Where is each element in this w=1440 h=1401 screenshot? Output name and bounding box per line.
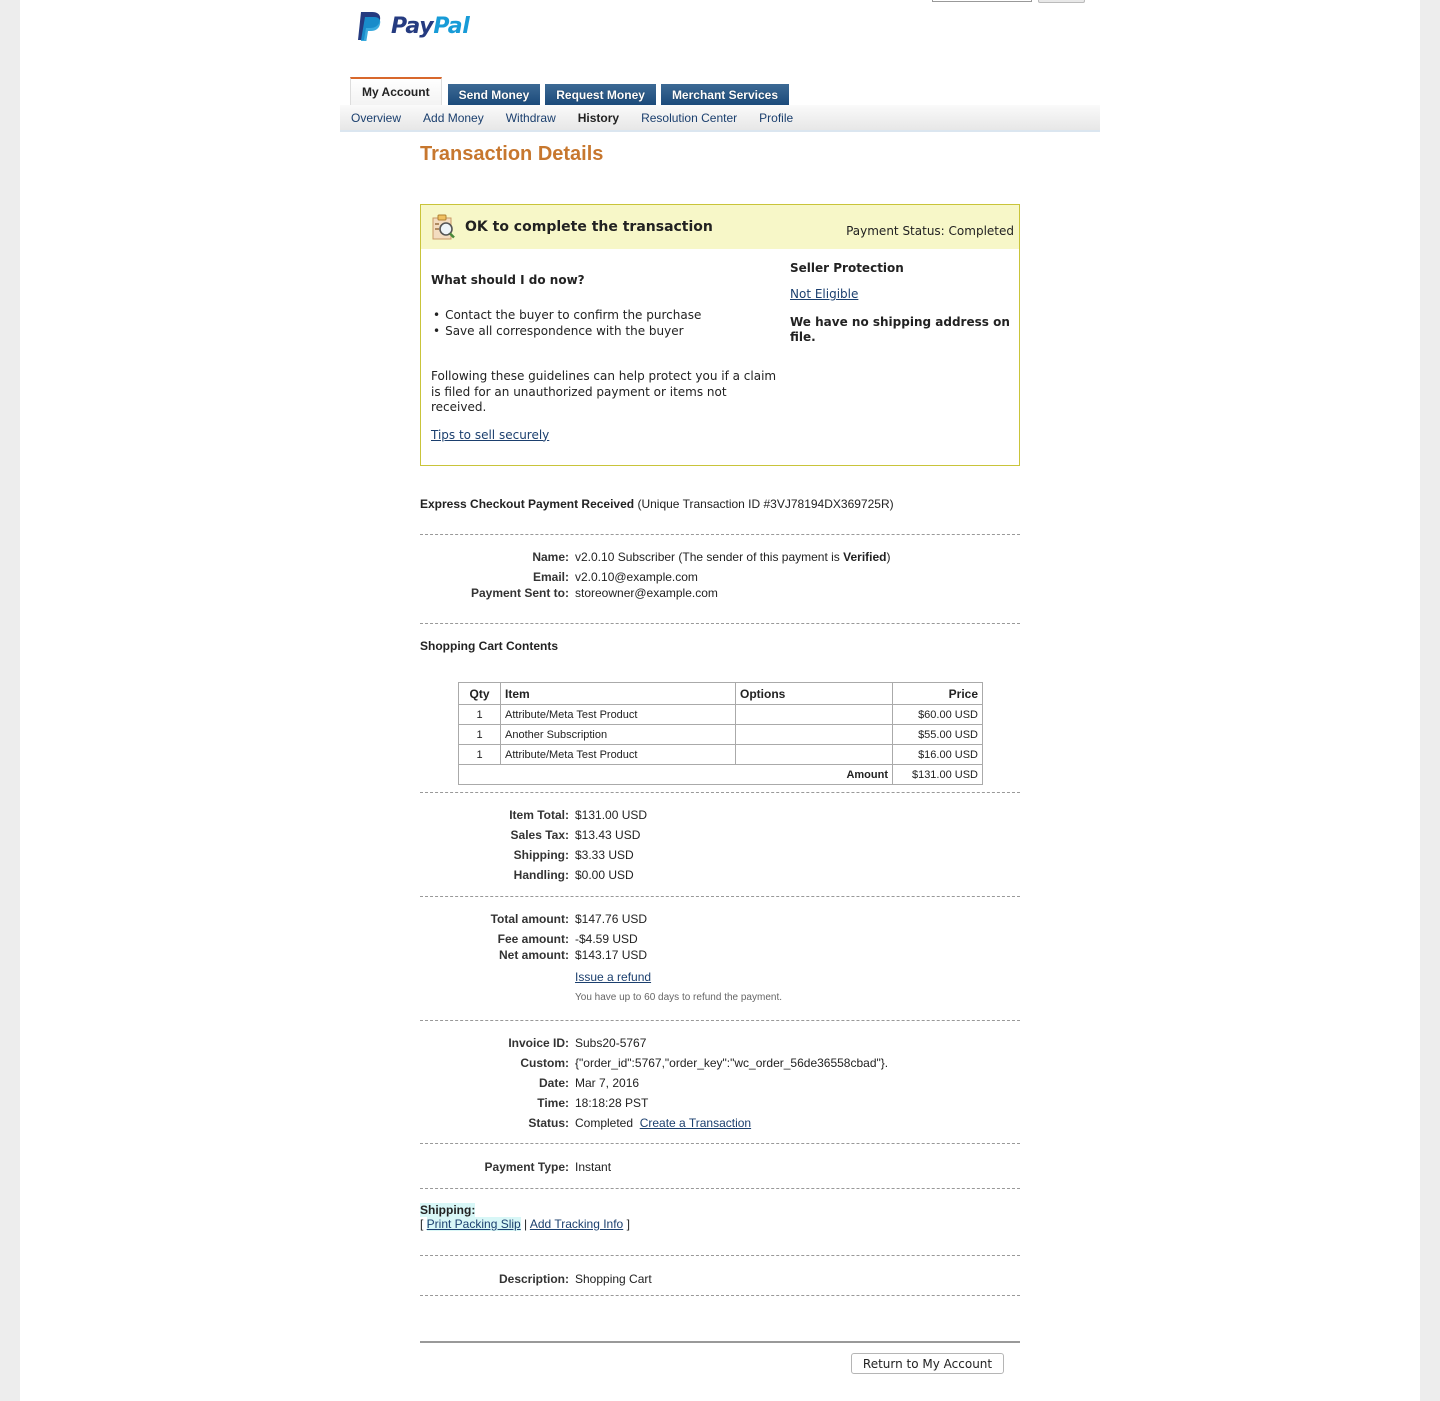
tab-merchant-services[interactable]: Merchant Services — [660, 84, 789, 105]
shipping-actions: Shipping: [ Print Packing Slip | Add Tra… — [420, 1203, 630, 1231]
divider — [420, 1143, 1020, 1144]
payment-type-section: Payment Type: Instant — [420, 1159, 1020, 1175]
status-row: Status: Completed Create a Transaction — [528, 1116, 752, 1130]
totals-section: Item Total: $131.00 USD Sales Tax: $13.4… — [420, 807, 1020, 883]
transaction-id: (Unique Transaction ID #3VJ78194DX369725… — [637, 497, 894, 511]
divider — [420, 1295, 1020, 1296]
description-row: Description: Shopping Cart — [498, 1272, 652, 1286]
guidance-heading: What should I do now? — [431, 273, 585, 287]
amounts-section: Total amount: $147.76 USD Fee amount: -$… — [420, 911, 1020, 1006]
refund-note: You have up to 60 days to refund the pay… — [575, 992, 783, 1003]
col-price: Price — [892, 682, 983, 705]
divider — [420, 534, 1020, 535]
guidance-section: What should I do now? Contact the buyer … — [431, 273, 781, 442]
divider — [420, 1255, 1020, 1256]
total-amount-row: Total amount: $147.76 USD — [490, 912, 648, 926]
divider — [420, 1188, 1020, 1189]
alert-title: OK to complete the transaction — [465, 219, 713, 235]
seller-protection-heading: Seller Protection — [790, 261, 904, 275]
item-total-row: Item Total: $131.00 USD — [509, 808, 648, 822]
invoice-section: Invoice ID: Subs20-5767 Custom: {"order_… — [420, 1035, 1020, 1131]
col-qty: Qty — [458, 682, 501, 705]
cart-row: 1 Attribute/Meta Test Product $16.00 USD — [458, 744, 983, 765]
transaction-heading: Express Checkout Payment Received (Uniqu… — [420, 497, 894, 511]
refund-row: Issue a refund — [420, 969, 1020, 985]
page-title: Transaction Details — [420, 143, 604, 165]
page: PayPal My Account Send Money Request Mon… — [20, 0, 1420, 1401]
payment-type-row: Payment Type: Instant — [484, 1160, 612, 1174]
shipping-label: Shipping: — [420, 1203, 476, 1217]
handling-row: Handling: $0.00 USD — [513, 868, 634, 882]
divider — [420, 792, 1020, 793]
guidance-text: Following these guidelines can help prot… — [431, 369, 777, 414]
search-input[interactable] — [932, 0, 1032, 2]
subnav-history[interactable]: History — [578, 111, 619, 125]
divider — [420, 623, 1020, 624]
subnav-withdraw[interactable]: Withdraw — [506, 111, 556, 125]
net-amount-row: Net amount: $143.17 USD — [499, 948, 648, 962]
cart-row: 1 Attribute/Meta Test Product $60.00 USD — [458, 704, 983, 725]
paypal-wordmark: PayPal — [391, 13, 470, 39]
date-row: Date: Mar 7, 2016 — [538, 1076, 640, 1090]
main-tabs: My Account Send Money Request Money Merc… — [350, 77, 794, 105]
transaction-type: Express Checkout Payment Received — [420, 497, 635, 511]
tab-send-money[interactable]: Send Money — [447, 84, 541, 105]
description-section: Description: Shopping Cart — [420, 1271, 1020, 1287]
sub-navigation: Overview Add Money Withdraw History Reso… — [340, 105, 1100, 132]
search-button[interactable] — [1038, 0, 1085, 3]
cart-row: 1 Another Subscription $55.00 USD — [458, 724, 983, 745]
guidance-item: Contact the buyer to confirm the purchas… — [431, 307, 781, 323]
refund-note-row: You have up to 60 days to refund the pay… — [420, 990, 1020, 1006]
cart-heading: Shopping Cart Contents — [420, 639, 558, 653]
clipboard-magnifier-icon — [432, 214, 455, 240]
sales-tax-row: Sales Tax: $13.43 USD — [510, 828, 641, 842]
tips-link[interactable]: Tips to sell securely — [431, 428, 549, 442]
guidance-item: Save all correspondence with the buyer — [431, 323, 781, 339]
payment-status: Payment Status: Completed — [846, 224, 1014, 238]
paypal-logo[interactable]: PayPal — [355, 10, 470, 42]
subnav-profile[interactable]: Profile — [759, 111, 793, 125]
tab-request-money[interactable]: Request Money — [545, 84, 656, 105]
invoice-row: Invoice ID: Subs20-5767 — [508, 1036, 647, 1050]
email-value: v2.0.10@example.com — [575, 570, 698, 584]
custom-row: Custom: {"order_id":5767,"order_key":"wc… — [520, 1056, 889, 1070]
no-shipping-notice: We have no shipping address on file. — [790, 315, 1010, 344]
shipping-cost-row: Shipping: $3.33 USD — [513, 848, 634, 862]
email-row: Email: v2.0.10@example.com — [532, 570, 698, 584]
verified-status: Verified — [843, 550, 887, 564]
create-transaction-link[interactable]: Create a Transaction — [640, 1116, 751, 1130]
guidance-list: Contact the buyer to confirm the purchas… — [431, 307, 781, 339]
not-eligible-link[interactable]: Not Eligible — [790, 287, 1016, 301]
col-options: Options — [735, 682, 893, 705]
cart-header-row: Qty Item Options Price — [458, 682, 983, 705]
sent-to-row: Payment Sent to: storeowner@example.com — [470, 586, 718, 600]
tab-my-account[interactable]: My Account — [350, 77, 442, 105]
sent-to-value: storeowner@example.com — [575, 586, 718, 600]
alert-header: OK to complete the transaction Payment S… — [421, 205, 1019, 249]
divider — [420, 1020, 1020, 1021]
paypal-mark-icon — [358, 12, 381, 41]
sender-info: Name: v2.0.10 Subscriber (The sender of … — [420, 549, 1020, 601]
return-to-my-account-button[interactable]: Return to My Account — [851, 1353, 1004, 1374]
time-row: Time: 18:18:28 PST — [537, 1096, 649, 1110]
cart-amount-row: Amount $131.00 USD — [458, 764, 983, 785]
fee-amount-row: Fee amount: -$4.59 USD — [497, 932, 638, 946]
main-container: PayPal My Account Send Money Request Mon… — [340, 0, 1100, 1401]
footer-divider — [420, 1341, 1020, 1343]
subnav-overview[interactable]: Overview — [351, 111, 401, 125]
print-packing-slip-link[interactable]: Print Packing Slip — [426, 1217, 521, 1231]
add-tracking-info-link[interactable]: Add Tracking Info — [530, 1217, 623, 1231]
name-row: Name: v2.0.10 Subscriber (The sender of … — [532, 550, 891, 564]
status-value: Completed — [575, 1116, 634, 1130]
shopping-cart-table: Qty Item Options Price 1 Attribute/Meta … — [458, 682, 983, 785]
subnav-add-money[interactable]: Add Money — [423, 111, 484, 125]
col-item: Item — [500, 682, 736, 705]
transaction-alert-box: OK to complete the transaction Payment S… — [420, 204, 1020, 466]
divider — [420, 896, 1020, 897]
seller-protection-section: Seller Protection Not Eligible We have n… — [790, 261, 1016, 345]
subnav-resolution-center[interactable]: Resolution Center — [641, 111, 737, 125]
issue-refund-link[interactable]: Issue a refund — [575, 969, 651, 985]
